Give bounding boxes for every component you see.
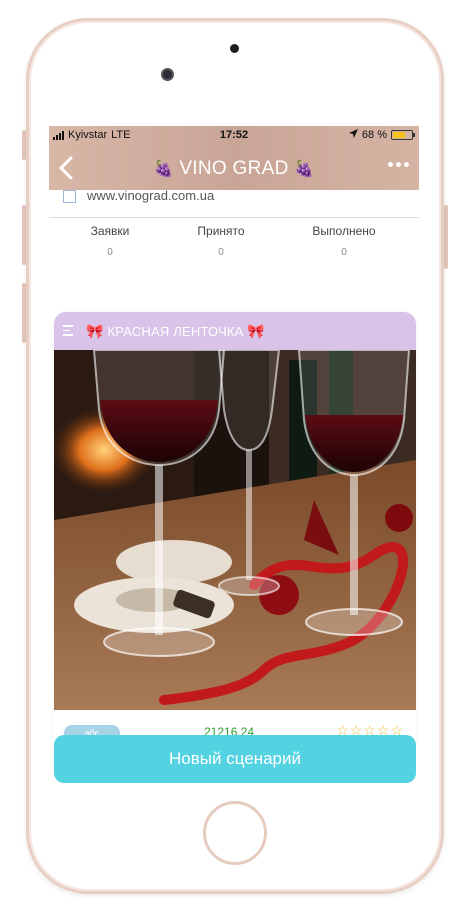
- page-title: 🍇 VINO GRAD 🍇: [49, 158, 419, 180]
- stat-label: Выполнено: [312, 224, 376, 238]
- card-title: 🎀 КРАСНАЯ ЛЕНТОЧКА 🎀: [86, 323, 265, 340]
- new-scenario-button[interactable]: Новый сценарий: [54, 735, 416, 783]
- scenario-card[interactable]: 🎀 КРАСНАЯ ЛЕНТОЧКА 🎀 абс 21216.24 ☆☆☆☆☆: [54, 312, 416, 752]
- stats-row: Заявки 0 Принято 0 Выполнено 0: [49, 224, 419, 264]
- bow-icon: 🎀: [86, 323, 104, 339]
- ellipsis-icon: [388, 162, 393, 167]
- card-title-text: КРАСНАЯ ЛЕНТОЧКА: [107, 324, 244, 339]
- bow-icon: 🎀: [247, 323, 265, 339]
- stat-count: 0: [341, 247, 347, 258]
- stat-requests: Заявки 0: [55, 224, 165, 258]
- stat-label: Принято: [197, 224, 245, 238]
- divider: [49, 217, 419, 218]
- status-bar: Kyivstar LTE 17:52 68 %: [49, 126, 419, 146]
- app-header: 🍇 VINO GRAD 🍇: [49, 150, 419, 190]
- stat-count: 0: [107, 247, 113, 258]
- stat-label: Заявки: [90, 224, 130, 238]
- grape-icon: 🍇: [153, 161, 174, 178]
- power-button: [444, 205, 448, 269]
- card-header: 🎀 КРАСНАЯ ЛЕНТОЧКА 🎀: [54, 312, 416, 350]
- sensor-dot: [230, 44, 239, 53]
- battery-icon: [391, 130, 415, 140]
- home-button[interactable]: [203, 801, 267, 865]
- photo-illustration: [54, 350, 416, 710]
- stat-completed: Выполнено 0: [289, 224, 399, 258]
- battery-percent: 68 %: [361, 129, 387, 141]
- website-row[interactable]: www.vinograd.com.ua: [59, 188, 419, 208]
- more-options-button[interactable]: [388, 162, 409, 167]
- top-bar: Kyivstar LTE 17:52 68 % 🍇 VINO GRAD 🍇: [49, 126, 419, 190]
- grape-icon: 🍇: [294, 161, 315, 178]
- location-arrow-icon: [348, 129, 358, 141]
- stat-accepted: Принято 0: [166, 224, 276, 258]
- website-link[interactable]: www.vinograd.com.ua: [87, 188, 214, 203]
- drag-handle-icon[interactable]: [63, 325, 73, 339]
- wine-glasses-photo[interactable]: [54, 350, 416, 710]
- website-checkbox[interactable]: [63, 190, 76, 203]
- stat-count: 0: [218, 247, 224, 258]
- front-camera: [161, 68, 174, 81]
- app-title-text: VINO GRAD: [179, 158, 289, 179]
- app-screen: Kyivstar LTE 17:52 68 % 🍇 VINO GRAD 🍇 ww…: [49, 126, 419, 786]
